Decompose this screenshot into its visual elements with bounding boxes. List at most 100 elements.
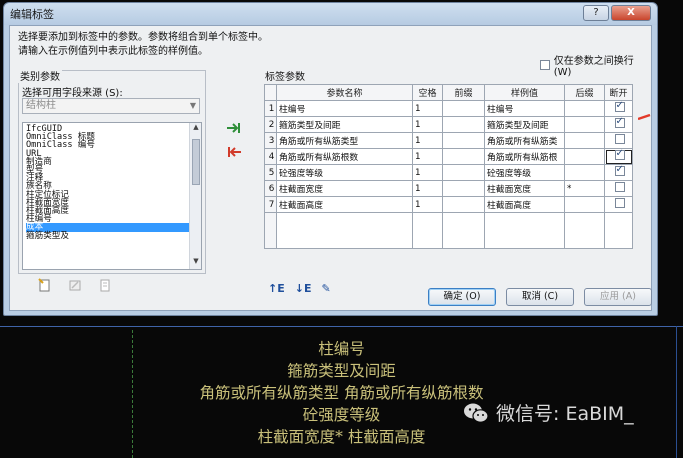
space-cell[interactable]: 1	[412, 116, 443, 133]
prefix-cell[interactable]	[442, 116, 485, 133]
list-item[interactable]: 制造商	[26, 157, 190, 166]
break-checkbox[interactable]	[614, 148, 625, 160]
header-param-name[interactable]: 参数名称	[276, 84, 413, 101]
prefix-cell[interactable]	[442, 132, 485, 149]
table-row[interactable]: 3 角筋或所有纵筋类型 1 角筋或所有纵筋类	[264, 132, 633, 149]
wrap-label: 仅在参数之间换行 (W)	[553, 56, 634, 78]
remove-parameter-arrow-icon[interactable]	[226, 146, 242, 158]
break-checkbox[interactable]	[614, 100, 625, 112]
param-order-tools: ↑E ↓E ✎	[268, 282, 331, 295]
break-checkbox[interactable]	[614, 182, 625, 192]
format-icon[interactable]: ✎	[321, 282, 330, 295]
scroll-down-icon[interactable]: ▼	[190, 257, 201, 269]
space-cell[interactable]: 1	[412, 132, 443, 149]
sample-cell[interactable]: 砼强度等级	[484, 164, 565, 181]
prefix-cell[interactable]	[442, 164, 485, 181]
sample-cell[interactable]: 角筋或所有纵筋类	[484, 132, 565, 149]
break-checkbox[interactable]	[614, 116, 625, 128]
space-cell[interactable]: 1	[412, 164, 443, 181]
suffix-cell[interactable]	[564, 164, 605, 181]
break-cell[interactable]	[604, 116, 633, 133]
list-item[interactable]: OmniClass 编号	[26, 141, 190, 150]
wrap-between-params-option[interactable]: 仅在参数之间换行 (W)	[540, 52, 651, 78]
apply-button[interactable]: 应用 (A)	[584, 288, 652, 306]
chevron-down-icon: ▼	[189, 101, 196, 110]
header-suffix[interactable]: 后缀	[564, 84, 605, 101]
prefix-cell[interactable]	[442, 196, 485, 213]
list-item[interactable]: 箍筋类型及	[26, 231, 190, 240]
space-cell[interactable]: 1	[412, 180, 443, 197]
suffix-cell[interactable]	[564, 116, 605, 133]
edit-parameter-icon[interactable]	[68, 278, 82, 292]
space-cell[interactable]: 1	[412, 148, 443, 165]
category-items: IfcGUID OmniClass 标题 OmniClass 编号 URL 制造…	[26, 125, 190, 240]
field-source-select[interactable]: 结构柱 ▼	[22, 98, 200, 114]
prefix-cell[interactable]	[442, 100, 485, 117]
sample-cell[interactable]: 箍筋类型及间距	[484, 116, 565, 133]
tag-line: 柱截面宽度* 柱截面高度	[257, 428, 426, 446]
dialog-description: 选择要添加到标签中的参数。参数将组合到单个标签中。 请输入在示例值列中表示此标签…	[18, 31, 268, 59]
close-button[interactable]: X	[611, 5, 651, 21]
break-checkbox[interactable]	[614, 164, 625, 176]
sample-cell[interactable]: 角筋或所有纵筋根	[484, 148, 565, 165]
break-checkbox[interactable]	[614, 134, 625, 144]
table-row[interactable]: 6 柱截面宽度 1 柱截面宽度 *	[264, 180, 633, 197]
suffix-cell[interactable]: *	[564, 180, 605, 197]
header-prefix[interactable]: 前缀	[442, 84, 485, 101]
break-cell[interactable]	[604, 164, 633, 181]
ok-button[interactable]: 确定 (O)	[428, 288, 496, 306]
table-row[interactable]: 2 箍筋类型及间距 1 箍筋类型及间距	[264, 116, 633, 133]
space-cell[interactable]: 1	[412, 100, 443, 117]
scroll-thumb[interactable]	[192, 139, 200, 185]
suffix-cell[interactable]	[564, 100, 605, 117]
column-tag-preview[interactable]: 柱编号 箍筋类型及间距 角筋或所有纵筋类型 角筋或所有纵筋根数 砼强度等级 柱截…	[0, 338, 683, 448]
move-up-icon[interactable]: ↑E	[268, 282, 285, 295]
move-down-icon[interactable]: ↓E	[295, 282, 312, 295]
sample-cell[interactable]: 柱截面高度	[484, 196, 565, 213]
row-number: 6	[264, 180, 277, 197]
scroll-up-icon[interactable]: ▲	[190, 123, 201, 135]
category-params-list[interactable]: IfcGUID OmniClass 标题 OmniClass 编号 URL 制造…	[22, 122, 202, 270]
delete-parameter-icon[interactable]	[98, 278, 112, 292]
help-button[interactable]: ?	[583, 5, 609, 21]
table-row[interactable]: 1 柱编号 1 柱编号	[264, 100, 633, 117]
add-parameter-arrow-icon[interactable]	[226, 122, 242, 134]
row-number: 2	[264, 116, 277, 133]
list-item[interactable]: 柱编号	[26, 215, 190, 224]
break-cell[interactable]	[604, 148, 633, 165]
break-cell[interactable]	[604, 196, 633, 213]
break-cell[interactable]	[604, 180, 633, 197]
table-row[interactable]: 7 柱截面高度 1 柱截面高度	[264, 196, 633, 213]
wrap-checkbox[interactable]	[540, 60, 550, 70]
param-name-cell[interactable]: 角筋或所有纵筋类型	[276, 132, 413, 149]
suffix-cell[interactable]	[564, 148, 605, 165]
param-name-cell[interactable]: 柱编号	[276, 100, 413, 117]
param-name-cell[interactable]: 柱截面宽度	[276, 180, 413, 197]
break-checkbox[interactable]	[614, 198, 625, 208]
dialog-titlebar[interactable]: 编辑标签	[4, 3, 657, 25]
list-scrollbar[interactable]: ▲ ▼	[189, 123, 201, 269]
cancel-button[interactable]: 取消 (C)	[506, 288, 574, 306]
prefix-cell[interactable]	[442, 180, 485, 197]
new-parameter-icon[interactable]	[38, 278, 52, 292]
break-cell[interactable]	[604, 132, 633, 149]
table-row[interactable]: 5 砼强度等级 1 砼强度等级	[264, 164, 633, 181]
wechat-icon	[462, 401, 490, 425]
sample-cell[interactable]: 柱截面宽度	[484, 180, 565, 197]
suffix-cell[interactable]	[564, 132, 605, 149]
header-sample[interactable]: 样例值	[484, 84, 565, 101]
param-name-cell[interactable]: 箍筋类型及间距	[276, 116, 413, 133]
list-item[interactable]: 型号	[26, 166, 190, 175]
break-cell[interactable]	[604, 100, 633, 117]
param-name-cell[interactable]: 柱截面高度	[276, 196, 413, 213]
suffix-cell[interactable]	[564, 196, 605, 213]
table-row[interactable]: 4 角筋或所有纵筋根数 1 角筋或所有纵筋根	[264, 148, 633, 165]
header-space[interactable]: 空格	[412, 84, 443, 101]
space-cell[interactable]: 1	[412, 196, 443, 213]
header-break[interactable]: 断开	[604, 84, 633, 101]
prefix-cell[interactable]	[442, 148, 485, 165]
dialog-footer: 确定 (O) 取消 (C) 应用 (A)	[428, 288, 652, 306]
param-name-cell[interactable]: 砼强度等级	[276, 164, 413, 181]
sample-cell[interactable]: 柱编号	[484, 100, 565, 117]
param-name-cell[interactable]: 角筋或所有纵筋根数	[276, 148, 413, 165]
